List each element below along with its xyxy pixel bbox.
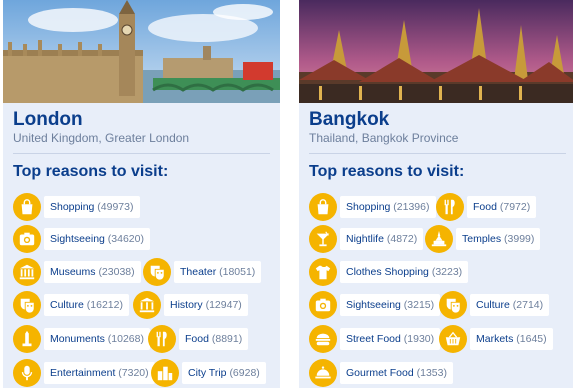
shopping-bag-icon bbox=[13, 193, 41, 221]
reason-city-trip[interactable]: City Trip (6928) bbox=[151, 359, 266, 387]
microphone-icon bbox=[13, 359, 41, 387]
reason-label: Museums (23038) bbox=[44, 261, 141, 283]
reason-label: Culture (16212) bbox=[44, 294, 129, 316]
fork-knife-icon bbox=[148, 325, 176, 353]
reason-label: City Trip (6928) bbox=[182, 362, 266, 384]
reason-monuments[interactable]: Monuments (10268) bbox=[13, 325, 150, 353]
reasons-heading: Top reasons to visit: bbox=[309, 163, 465, 180]
reason-label: History (12947) bbox=[164, 294, 248, 316]
reason-food[interactable]: Food (8891) bbox=[148, 325, 249, 353]
reason-shopping[interactable]: Shopping (49973) bbox=[13, 193, 140, 221]
city-card-bangkok[interactable]: Bangkok Thailand, Bangkok Province Top r… bbox=[299, 0, 573, 388]
reason-sightseeing[interactable]: Sightseeing (3215) bbox=[309, 291, 441, 319]
city-title[interactable]: London bbox=[13, 109, 83, 131]
theater-masks-icon bbox=[143, 258, 171, 286]
reason-history[interactable]: History (12947) bbox=[133, 291, 248, 319]
camera-icon bbox=[309, 291, 337, 319]
bangkok-hero-image[interactable] bbox=[299, 0, 573, 103]
reason-entertainment[interactable]: Entertainment (7320) bbox=[13, 359, 155, 387]
reason-label: Clothes Shopping (3223) bbox=[340, 261, 469, 283]
camera-icon bbox=[13, 225, 41, 253]
reason-label: Gourmet Food (1353) bbox=[340, 362, 453, 384]
fork-knife-icon bbox=[436, 193, 464, 221]
burger-icon bbox=[309, 325, 337, 353]
culture-masks-icon bbox=[439, 291, 467, 319]
reason-label: Theater (18051) bbox=[174, 261, 262, 283]
reason-label: Sightseeing (3215) bbox=[340, 294, 441, 316]
cloche-icon bbox=[309, 359, 337, 387]
reason-shopping[interactable]: Shopping (21396) bbox=[309, 193, 436, 221]
tshirt-icon bbox=[309, 258, 337, 286]
london-hero-image[interactable] bbox=[3, 0, 280, 103]
city-card-london[interactable]: London United Kingdom, Greater London To… bbox=[3, 0, 280, 388]
reason-label: Shopping (49973) bbox=[44, 196, 140, 218]
monument-icon bbox=[13, 325, 41, 353]
reason-theater[interactable]: Theater (18051) bbox=[143, 258, 262, 286]
city-region: Thailand, Bangkok Province bbox=[309, 131, 459, 145]
reason-culture[interactable]: Culture (16212) bbox=[13, 291, 129, 319]
reason-sightseeing[interactable]: Sightseeing (34620) bbox=[13, 225, 150, 253]
reason-label: Temples (3999) bbox=[456, 228, 541, 250]
reason-label: Street Food (1930) bbox=[340, 328, 441, 350]
reason-culture[interactable]: Culture (2714) bbox=[439, 291, 550, 319]
reason-label: Sightseeing (34620) bbox=[44, 228, 150, 250]
reason-museums[interactable]: Museums (23038) bbox=[13, 258, 141, 286]
shopping-bag-icon bbox=[309, 193, 337, 221]
city-region: United Kingdom, Greater London bbox=[13, 131, 190, 145]
reason-street-food[interactable]: Street Food (1930) bbox=[309, 325, 441, 353]
reason-temples[interactable]: Temples (3999) bbox=[425, 225, 541, 253]
temple-icon bbox=[425, 225, 453, 253]
reason-clothes-shopping[interactable]: Clothes Shopping (3223) bbox=[309, 258, 469, 286]
reason-gourmet-food[interactable]: Gourmet Food (1353) bbox=[309, 359, 453, 387]
reason-markets[interactable]: Markets (1645) bbox=[439, 325, 553, 353]
reason-label: Food (7972) bbox=[467, 196, 537, 218]
reasons-heading: Top reasons to visit: bbox=[13, 163, 169, 180]
reason-label: Nightlife (4872) bbox=[340, 228, 424, 250]
reason-nightlife[interactable]: Nightlife (4872) bbox=[309, 225, 424, 253]
culture-masks-icon bbox=[13, 291, 41, 319]
reason-label: Monuments (10268) bbox=[44, 328, 150, 350]
reason-label: Culture (2714) bbox=[470, 294, 550, 316]
cocktail-icon bbox=[309, 225, 337, 253]
reason-label: Entertainment (7320) bbox=[44, 362, 155, 384]
reason-food[interactable]: Food (7972) bbox=[436, 193, 537, 221]
divider bbox=[13, 153, 270, 154]
basket-icon bbox=[439, 325, 467, 353]
city-buildings-icon bbox=[151, 359, 179, 387]
city-title[interactable]: Bangkok bbox=[309, 109, 389, 131]
reason-label: Markets (1645) bbox=[470, 328, 553, 350]
history-building-icon bbox=[133, 291, 161, 319]
reason-label: Food (8891) bbox=[179, 328, 249, 350]
divider bbox=[309, 153, 566, 154]
reason-label: Shopping (21396) bbox=[340, 196, 436, 218]
museum-icon bbox=[13, 258, 41, 286]
